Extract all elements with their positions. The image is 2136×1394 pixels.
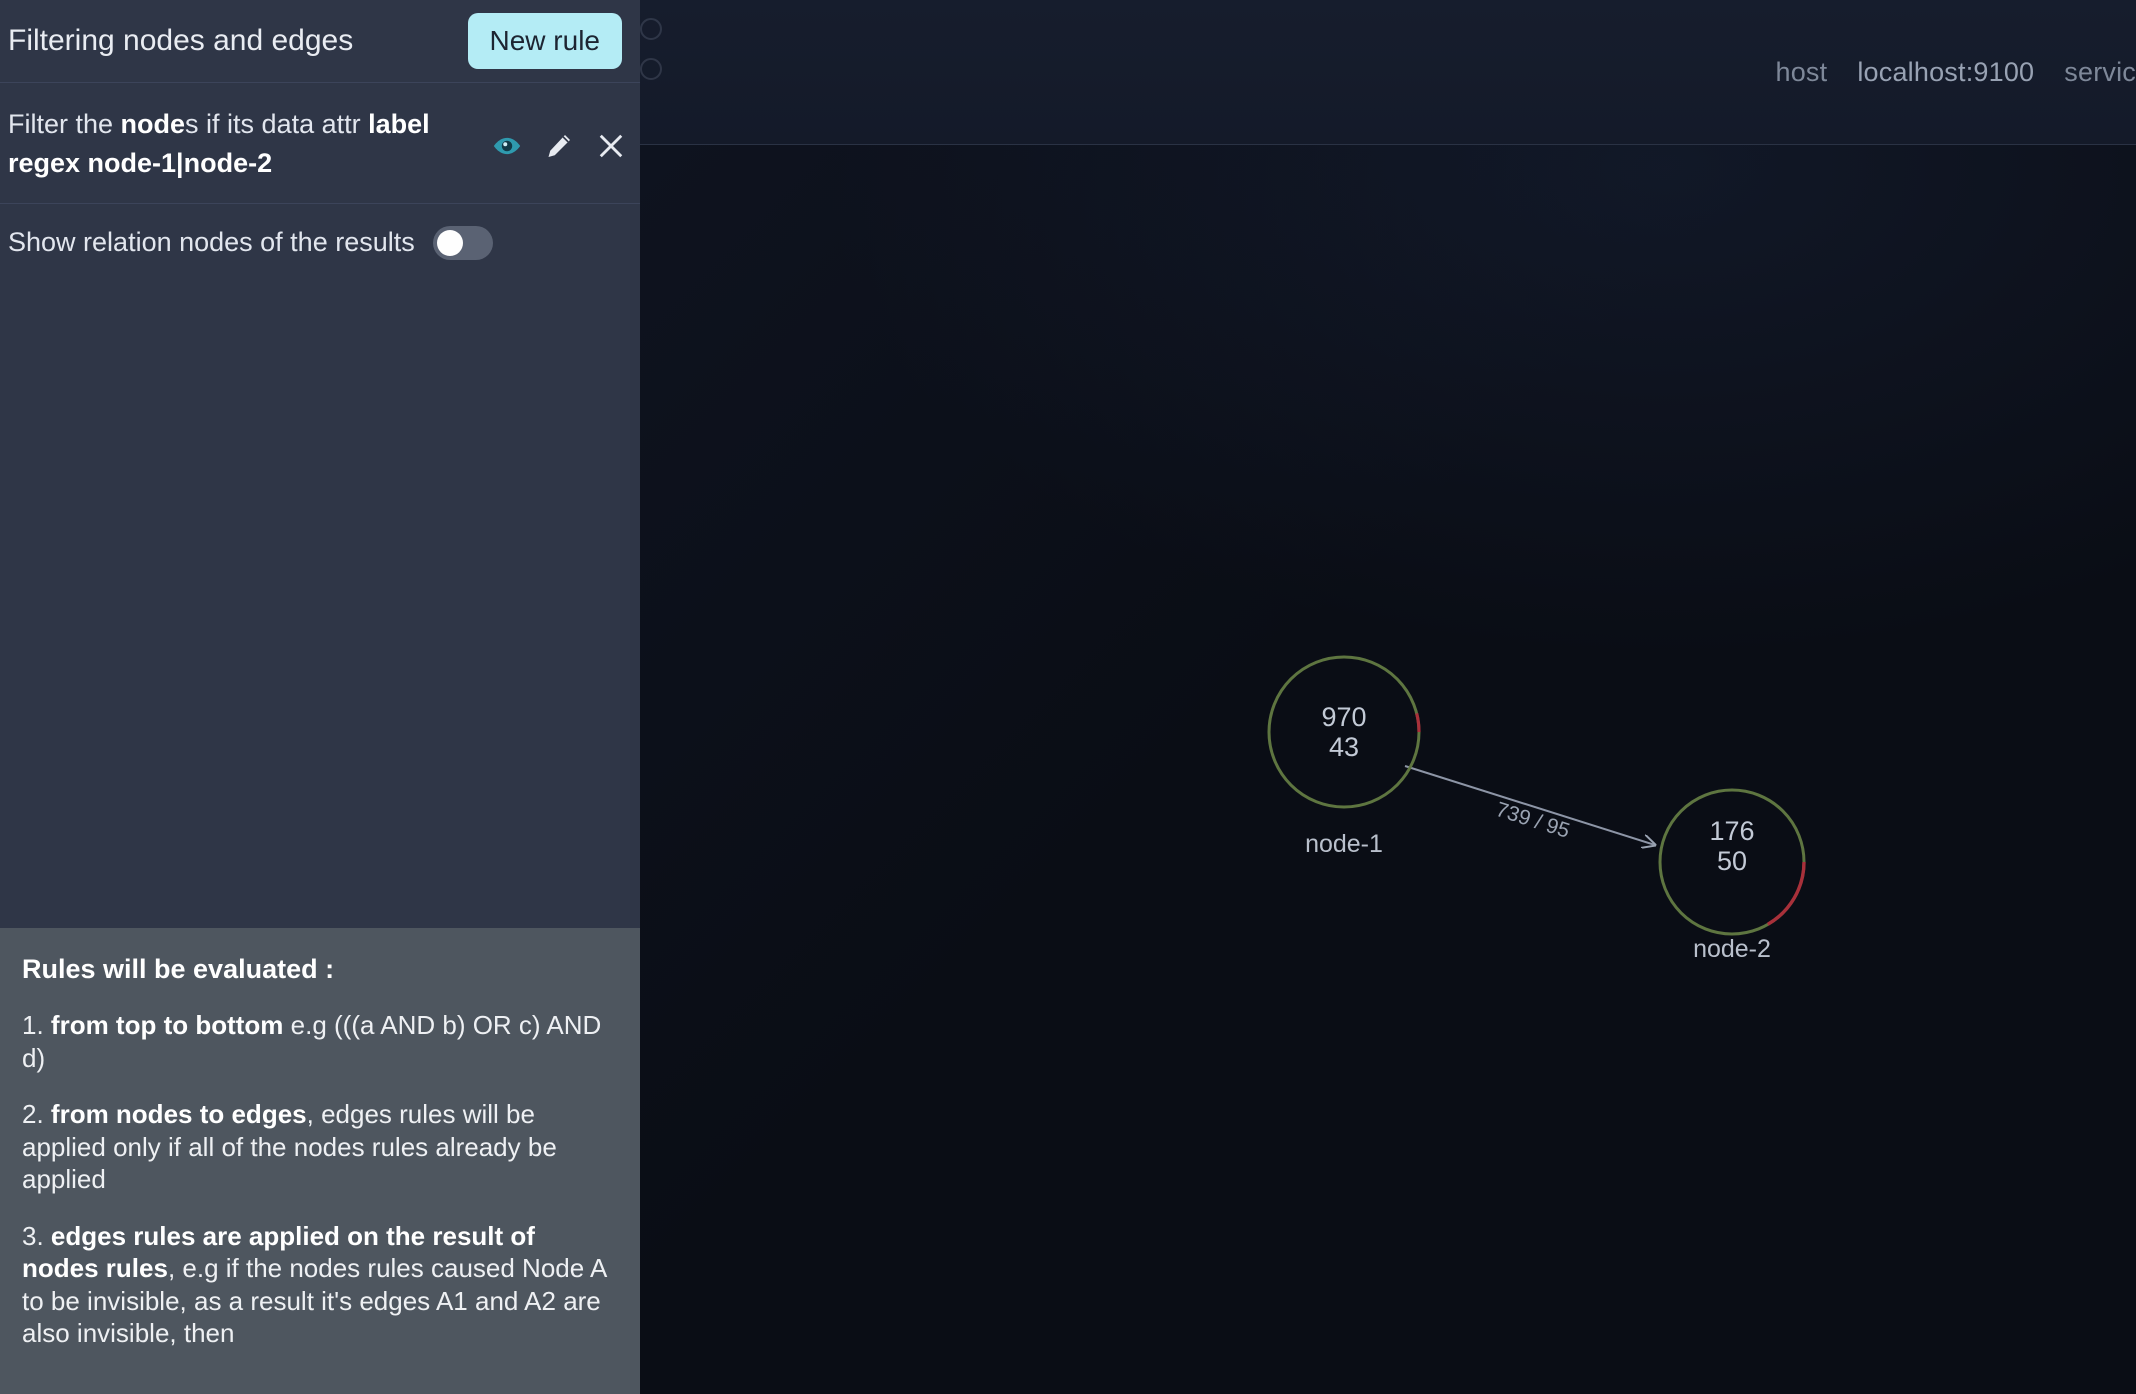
rules-info-item-1-num: 1. xyxy=(22,1010,51,1040)
node-2-label: node-2 xyxy=(1693,935,1771,963)
rules-info-item-1: 1. from top to bottom e.g (((a AND b) OR… xyxy=(22,1009,618,1074)
clipped-glyph-icon xyxy=(640,58,662,80)
rule-op-value: regex node-1|node-2 xyxy=(8,147,273,178)
pencil-icon[interactable] xyxy=(544,131,574,161)
rules-info-heading: Rules will be evaluated : xyxy=(22,954,335,984)
rules-info-item-1-bold: from top to bottom xyxy=(50,1010,284,1040)
rules-info-item-2-num: 2. xyxy=(22,1099,51,1129)
show-relation-nodes-toggle[interactable] xyxy=(432,225,493,260)
page-title: Filtering nodes and edges xyxy=(8,24,354,57)
clipped-glyph-icon xyxy=(640,18,662,40)
show-relation-nodes-label: Show relation nodes of the results xyxy=(8,227,415,258)
node-2-metric-bottom: 50 xyxy=(1716,846,1748,877)
rule-description: Filter the nodes if its data attr label … xyxy=(8,105,478,183)
app-root: host localhost:9100 servic 970 43 node-1… xyxy=(0,0,2136,1394)
node-2-metric-top: 176 xyxy=(1709,816,1755,846)
sidebar-header: Filtering nodes and edges New rule xyxy=(0,0,640,83)
rule-mid: s if its data attr xyxy=(185,109,369,139)
node-1-label: node-1 xyxy=(1305,830,1383,858)
close-icon[interactable] xyxy=(596,131,626,161)
node-1-metric-top: 970 xyxy=(1321,702,1367,732)
rules-info-item-2: 2. from nodes to edges, edges rules will… xyxy=(22,1098,618,1196)
node-1-metrics: 970 43 xyxy=(1264,702,1424,762)
eye-icon[interactable] xyxy=(492,131,522,161)
filter-sidebar: Filtering nodes and edges New rule Filte… xyxy=(0,0,640,1394)
rules-info-item-3-num: 3. xyxy=(22,1220,51,1251)
rule-attr: label xyxy=(368,109,430,139)
rules-info-item-3: 3. edges rules are applied on the result… xyxy=(22,1220,618,1350)
show-relation-nodes-row[interactable]: Show relation nodes of the results xyxy=(0,204,640,282)
graph-edge[interactable] xyxy=(1404,765,1655,845)
rule-item[interactable]: Filter the nodes if its data attr label … xyxy=(0,83,640,204)
rule-prefix: Filter the xyxy=(8,109,121,139)
new-rule-button[interactable]: New rule xyxy=(467,13,622,69)
rules-info-panel: Rules will be evaluated : 1. from top to… xyxy=(0,928,640,1394)
clipped-glyphs xyxy=(640,18,666,138)
node-2-metrics: 176 50 xyxy=(1652,816,1812,876)
toggle-knob xyxy=(436,229,463,256)
rule-subject: node xyxy=(120,109,186,139)
rule-actions xyxy=(492,105,626,161)
rules-info-item-2-bold: from nodes to edges xyxy=(50,1099,307,1129)
node-1-metric-bottom: 43 xyxy=(1328,732,1360,763)
